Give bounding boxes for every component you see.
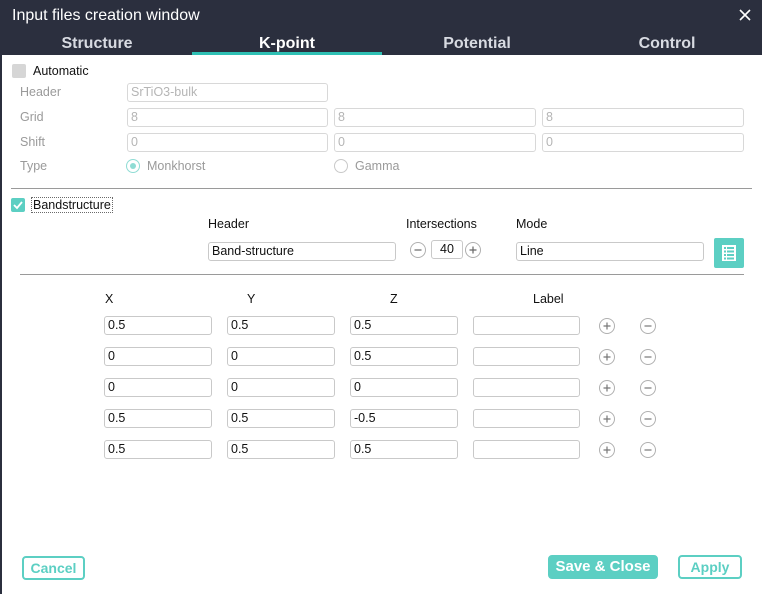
mode-select[interactable]: Line xyxy=(516,242,704,261)
kpath-row-4-x-input[interactable]: 0.5 xyxy=(104,409,212,428)
close-icon[interactable] xyxy=(737,7,753,23)
kpath-row-3-x-input[interactable]: 0 xyxy=(104,378,212,397)
column-header-y: Y xyxy=(247,292,256,306)
kpath-row-3-add-button[interactable] xyxy=(599,380,615,396)
minus-icon xyxy=(644,449,652,451)
kpath-row-1-label-input[interactable] xyxy=(473,316,580,335)
plus-icon xyxy=(603,446,611,454)
auto-header-input[interactable]: SrTiO3-bulk xyxy=(127,83,328,102)
column-header-z: Z xyxy=(390,292,398,306)
table-icon[interactable] xyxy=(714,238,744,268)
kpath-row-2-remove-button[interactable] xyxy=(640,349,656,365)
plus-icon xyxy=(603,322,611,330)
input-files-window: Input files creation window Structure K-… xyxy=(0,0,762,594)
type-monkhorst-label: Monkhorst xyxy=(147,159,206,173)
kpath-row-2-label-input[interactable] xyxy=(473,347,580,366)
window-title: Input files creation window xyxy=(12,7,200,24)
kpath-row-4-y-input[interactable]: 0.5 xyxy=(227,409,335,428)
kpath-row-1-add-button[interactable] xyxy=(599,318,615,334)
kpath-row-2-x-input[interactable]: 0 xyxy=(104,347,212,366)
k-point-panel: Automatic Header SrTiO3-bulk Grid 8 8 8 … xyxy=(2,55,762,594)
kpath-row-2-add-button[interactable] xyxy=(599,349,615,365)
intersections-increment-button[interactable] xyxy=(465,242,481,258)
intersections-input[interactable]: 40 xyxy=(431,240,463,259)
intersections-decrement-button[interactable] xyxy=(410,242,426,258)
automatic-checkbox[interactable] xyxy=(12,64,26,78)
kpath-row-1-y-input[interactable]: 0.5 xyxy=(227,316,335,335)
kpath-row-4-remove-button[interactable] xyxy=(640,411,656,427)
check-icon xyxy=(13,201,23,210)
column-header-x: X xyxy=(105,292,114,306)
kpath-row-1-z-input[interactable]: 0.5 xyxy=(350,316,458,335)
kpath-row-5-label-input[interactable] xyxy=(473,440,580,459)
shift-input-3[interactable]: 0 xyxy=(542,133,744,152)
save-close-button[interactable]: Save & Close xyxy=(548,555,658,579)
automatic-label: Automatic xyxy=(33,64,89,78)
apply-button[interactable]: Apply xyxy=(678,555,742,579)
cancel-button[interactable]: Cancel xyxy=(22,556,85,580)
type-gamma-label: Gamma xyxy=(355,159,400,173)
band-header-input[interactable]: Band-structure xyxy=(208,242,396,261)
kpath-row-5-x-input[interactable]: 0.5 xyxy=(104,440,212,459)
bandstructure-label: Bandstructure xyxy=(31,197,113,213)
kpath-row-4-label-input[interactable] xyxy=(473,409,580,428)
column-header-label: Label xyxy=(533,292,564,306)
auto-header-label: Header xyxy=(20,85,61,99)
kpath-divider xyxy=(20,274,744,275)
grid-input-3[interactable]: 8 xyxy=(542,108,744,127)
band-header-label: Header xyxy=(208,217,249,231)
mode-label: Mode xyxy=(516,217,548,231)
tab-control[interactable]: Control xyxy=(572,34,762,55)
kpath-row-2-y-input[interactable]: 0 xyxy=(227,347,335,366)
intersections-label: Intersections xyxy=(406,217,477,231)
kpath-row-3-label-input[interactable] xyxy=(473,378,580,397)
bandstructure-checkbox[interactable] xyxy=(11,198,25,212)
minus-icon xyxy=(644,325,652,327)
plus-icon xyxy=(603,415,611,423)
section-divider xyxy=(11,188,752,189)
kpath-row-5-z-input[interactable]: 0.5 xyxy=(350,440,458,459)
kpath-row-3-z-input[interactable]: 0 xyxy=(350,378,458,397)
kpath-row-3-y-input[interactable]: 0 xyxy=(227,378,335,397)
kpath-row-5-remove-button[interactable] xyxy=(640,442,656,458)
tab-structure[interactable]: Structure xyxy=(2,34,192,55)
kpath-row-4-z-input[interactable]: -0.5 xyxy=(350,409,458,428)
kpath-row-2-z-input[interactable]: 0.5 xyxy=(350,347,458,366)
shift-input-2[interactable]: 0 xyxy=(334,133,536,152)
title-bar: Input files creation window Structure K-… xyxy=(1,0,762,55)
grid-input-1[interactable]: 8 xyxy=(127,108,328,127)
grid-input-2[interactable]: 8 xyxy=(334,108,536,127)
kpath-row-4-add-button[interactable] xyxy=(599,411,615,427)
kpath-row-5-add-button[interactable] xyxy=(599,442,615,458)
type-monkhorst-radio[interactable] xyxy=(126,159,140,173)
shift-input-1[interactable]: 0 xyxy=(127,133,328,152)
type-gamma-radio[interactable] xyxy=(334,159,348,173)
kpath-row-3-remove-button[interactable] xyxy=(640,380,656,396)
shift-label: Shift xyxy=(20,135,46,149)
minus-icon xyxy=(414,249,422,251)
minus-icon xyxy=(644,387,652,389)
minus-icon xyxy=(644,356,652,358)
plus-icon xyxy=(603,384,611,392)
type-label: Type xyxy=(20,159,48,173)
kpath-row-1-x-input[interactable]: 0.5 xyxy=(104,316,212,335)
plus-icon xyxy=(603,353,611,361)
grid-label: Grid xyxy=(20,110,44,124)
kpath-row-5-y-input[interactable]: 0.5 xyxy=(227,440,335,459)
kpath-row-1-remove-button[interactable] xyxy=(640,318,656,334)
plus-icon xyxy=(469,246,477,254)
tab-potential[interactable]: Potential xyxy=(382,34,572,55)
minus-icon xyxy=(644,418,652,420)
